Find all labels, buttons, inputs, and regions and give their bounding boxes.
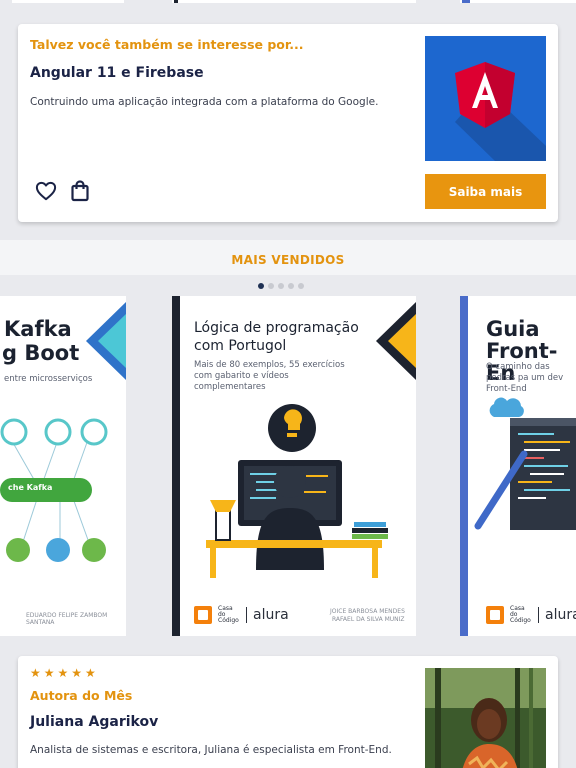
recommendation-eyebrow: Talvez você também se interesse por...: [30, 37, 304, 52]
book-subtitle: Mais de 80 exemplos, 55 exercícios com g…: [194, 360, 345, 393]
publisher-name: Casa do Código: [510, 605, 531, 624]
book-card-portugol[interactable]: Lógica de programação com Portugol Mais …: [172, 296, 416, 636]
book-author-2: RAFAEL DA SILVA MUNIZ: [332, 616, 405, 623]
bestsellers-header: MAIS VENDIDOS: [0, 240, 576, 275]
carousel-dot-4[interactable]: [288, 283, 294, 289]
author-name[interactable]: Juliana Agarikov: [30, 714, 158, 730]
partner-name: alura: [253, 607, 289, 623]
publisher-brand: Casa do Código alura: [194, 606, 289, 624]
carousel-dot-2[interactable]: [268, 283, 274, 289]
book-title-line1: Kafka: [4, 317, 72, 341]
book-author-1: JOICE BARBOSA MENDES: [330, 608, 405, 615]
carousel-dot-3[interactable]: [278, 283, 284, 289]
casa-do-codigo-logo-icon: [486, 606, 504, 624]
book-author: EDUARDO FELIPE ZAMBOM SANTANA: [26, 612, 108, 626]
cover-chevron-icon: [86, 302, 126, 380]
book-card-frontend[interactable]: Guia Front-En O caminho das pedras pa um…: [460, 296, 576, 636]
book-title-line1: Guia: [486, 317, 540, 341]
carousel-dot-5[interactable]: [298, 283, 304, 289]
author-eyebrow: Autora do Mês: [30, 688, 133, 703]
previous-section-edge: [0, 0, 576, 22]
saiba-mais-button[interactable]: Saiba mais: [425, 174, 546, 209]
book-subtitle: entre microsserviços: [4, 374, 93, 384]
bestsellers-heading: MAIS VENDIDOS: [231, 253, 345, 267]
code-editor-illustration-icon: [474, 397, 576, 530]
product-title[interactable]: Angular 11 e Firebase: [30, 65, 204, 81]
book-title: Lógica de programação com Portugol: [194, 320, 359, 354]
book-card-kafka[interactable]: Kafka g Boot entre microsserviços che Ka…: [0, 296, 126, 636]
shopping-bag-icon[interactable]: [67, 178, 93, 204]
diagram-label: che Kafka: [8, 483, 53, 492]
recommendation-card: Talvez você também se interesse por... A…: [18, 24, 558, 222]
casa-do-codigo-logo-icon: [194, 606, 212, 624]
product-description: Contruindo uma aplicação integrada com a…: [30, 96, 379, 108]
rating-stars-icon: ★★★★★: [30, 666, 99, 680]
cover-chevron-icon: [376, 302, 416, 380]
programmer-illustration-icon: [206, 404, 388, 578]
carousel-dot-1[interactable]: [258, 283, 264, 289]
wishlist-heart-icon[interactable]: [33, 178, 59, 204]
publisher-name: Casa do Código: [218, 605, 239, 624]
author-bio: Analista de sistemas e escritora, Julian…: [30, 744, 392, 756]
author-photo[interactable]: [425, 668, 546, 768]
partner-name: alura: [545, 607, 576, 623]
book-title-line2: g Boot: [2, 341, 80, 365]
publisher-brand: Casa do Código alura: [486, 606, 576, 624]
carousel-dots: [258, 283, 304, 289]
angular-logo-icon[interactable]: [425, 36, 546, 161]
author-of-month-card: ★★★★★ Autora do Mês Juliana Agarikov Ana…: [18, 656, 558, 768]
